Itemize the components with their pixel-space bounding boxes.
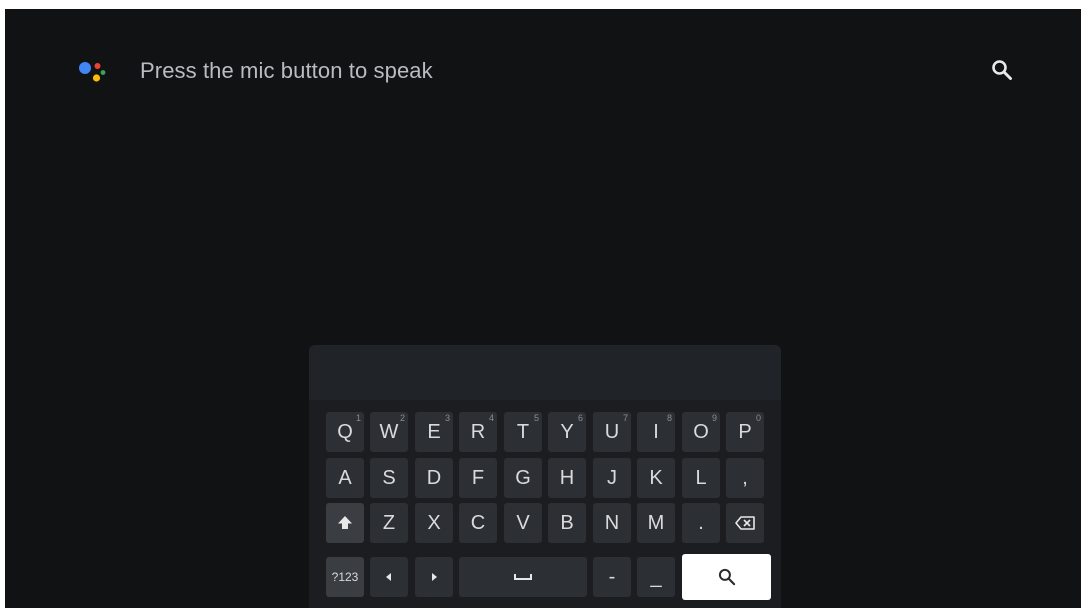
keyboard-text-field[interactable] — [309, 345, 781, 400]
key-h[interactable]: H — [548, 458, 586, 498]
key-e[interactable]: E3 — [415, 412, 453, 452]
key-r[interactable]: R4 — [459, 412, 497, 452]
search-icon — [718, 568, 735, 586]
key-dash[interactable]: - — [593, 557, 631, 597]
key-p[interactable]: P0 — [726, 412, 764, 452]
key-q[interactable]: Q1 — [326, 412, 364, 452]
key-a[interactable]: A — [326, 458, 364, 498]
key-y[interactable]: Y6 — [548, 412, 586, 452]
backspace-icon — [735, 516, 755, 530]
voice-prompt: Press the mic button to speak — [140, 58, 433, 83]
arrow-left-icon — [386, 573, 391, 581]
key-f[interactable]: F — [459, 458, 497, 498]
google-assistant-icon — [79, 62, 106, 82]
symbols-key[interactable]: ?123 — [326, 557, 364, 597]
key-comma[interactable]: , — [726, 458, 764, 498]
key-underscore[interactable]: _ — [637, 557, 675, 597]
shift-icon — [338, 516, 352, 529]
key-l[interactable]: L — [682, 458, 720, 498]
key-j[interactable]: J — [593, 458, 631, 498]
key-g[interactable]: G — [504, 458, 542, 498]
key-s[interactable]: S — [370, 458, 408, 498]
key-d[interactable]: D — [415, 458, 453, 498]
space-key[interactable] — [459, 557, 587, 597]
key-x[interactable]: X — [415, 503, 453, 543]
key-v[interactable]: V — [504, 503, 542, 543]
shift-key[interactable] — [326, 503, 364, 543]
cursor-left-key[interactable] — [370, 557, 408, 597]
key-c[interactable]: C — [459, 503, 497, 543]
key-period[interactable]: . — [682, 503, 720, 543]
key-n[interactable]: N — [593, 503, 631, 543]
key-o[interactable]: O9 — [682, 412, 720, 452]
key-m[interactable]: M — [637, 503, 675, 543]
arrow-right-icon — [432, 573, 437, 581]
search-icon[interactable] — [990, 58, 1014, 82]
space-icon — [514, 574, 532, 580]
key-k[interactable]: K — [637, 458, 675, 498]
key-i[interactable]: I8 — [637, 412, 675, 452]
key-w[interactable]: W2 — [370, 412, 408, 452]
tv-screen: Press the mic button to speak Q1 W2 E3 R… — [5, 9, 1081, 608]
key-b[interactable]: B — [548, 503, 586, 543]
backspace-key[interactable] — [726, 503, 764, 543]
key-u[interactable]: U7 — [593, 412, 631, 452]
cursor-right-key[interactable] — [415, 557, 453, 597]
search-key[interactable] — [682, 554, 771, 600]
on-screen-keyboard: Q1 W2 E3 R4 T5 Y6 U7 I8 O9 P0 A S D F G … — [309, 345, 781, 608]
key-t[interactable]: T5 — [504, 412, 542, 452]
key-z[interactable]: Z — [370, 503, 408, 543]
